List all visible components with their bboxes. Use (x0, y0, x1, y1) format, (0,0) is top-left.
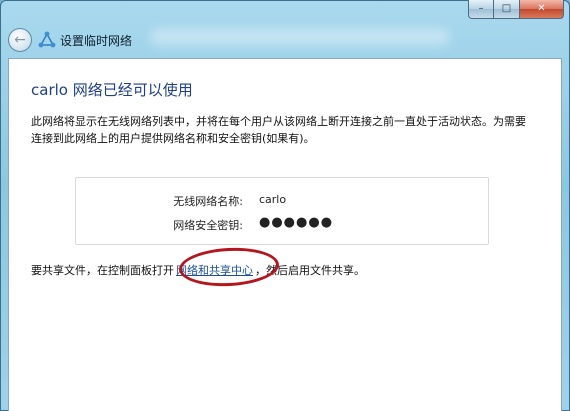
network-icon (38, 31, 56, 48)
description-text: 此网络将显示在无线网络列表中，并将在每个用户从该网络上断开连接之前一直处于活动状… (31, 115, 526, 145)
close-button[interactable]: ✕ (520, 0, 564, 19)
page-heading: carlo 网络已经可以使用 (31, 81, 193, 99)
network-name-label: 无线网络名称: (173, 195, 243, 208)
highlight-annotation (178, 245, 280, 289)
caption-buttons: – □ ✕ (468, 0, 564, 19)
security-key-label: 网络安全密钥: (173, 219, 243, 232)
maximize-button[interactable]: □ (494, 0, 520, 19)
network-info-box: 无线网络名称: carlo 网络安全密钥: ●●●●●● (75, 177, 489, 245)
network-name-value: carlo (259, 193, 287, 206)
back-arrow-icon: ← (14, 32, 26, 48)
security-key-value: ●●●●●● (259, 215, 334, 230)
content-pane: carlo 网络已经可以使用 此网络将显示在无线网络列表中，并将在每个用户从该网… (8, 58, 562, 411)
share-prefix-text: 要共享文件，在控制面板打开 (31, 264, 174, 277)
wizard-title: 设置临时网络 (60, 34, 133, 48)
back-button[interactable]: ← (8, 28, 32, 52)
glass-reflection (150, 28, 450, 46)
minimize-button[interactable]: – (468, 0, 494, 19)
